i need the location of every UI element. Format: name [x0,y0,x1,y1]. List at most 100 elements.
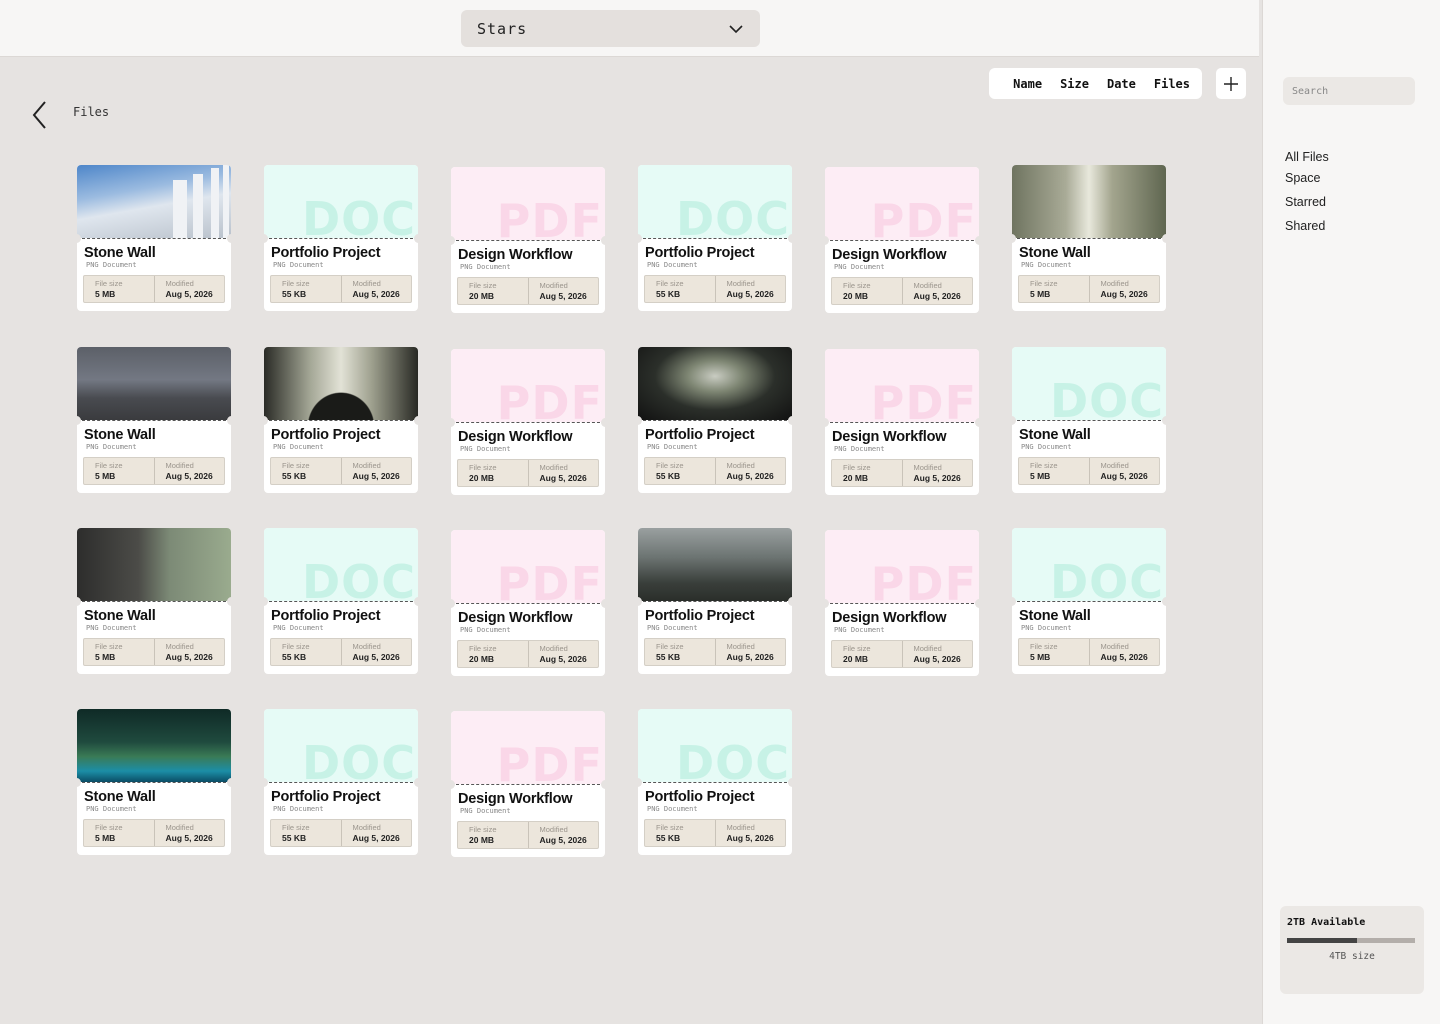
file-card[interactable]: Stone Wall PNG Document File size 5 MB Modif… [77,528,231,674]
file-kind-watermark: PDF [496,376,603,422]
sidebar-item-starred[interactable]: Starred [1285,195,1329,218]
search-input[interactable] [1283,77,1415,105]
file-modified-label: Modified [539,644,568,653]
file-card[interactable]: DOC Portfolio Project PNG Document File siz… [264,709,418,855]
file-type: PNG Document [834,263,885,271]
storage-total: 4TB size [1329,951,1375,962]
file-modified-cell: Modified Aug 5, 2026 [714,458,786,484]
file-card[interactable]: DOC Portfolio Project PNG Document File siz… [264,528,418,674]
file-grid: Stone Wall PNG Document File size 5 MB Modif… [0,0,1259,1024]
file-card[interactable]: DOC Portfolio Project PNG Document File siz… [638,709,792,855]
file-card[interactable]: DOC Stone Wall PNG Document File size 5 MB Mo… [1012,347,1166,493]
file-size-label: File size [843,463,871,472]
file-modified-cell: Modified Aug 5, 2026 [340,820,412,846]
file-card[interactable]: DOC Stone Wall PNG Document File size 5 MB Mo… [1012,528,1166,674]
file-card[interactable]: PDF Design Workflow PNG Document File size 2… [825,530,979,676]
file-card[interactable]: DOC Portfolio Project PNG Document File siz… [264,165,418,311]
file-type: PNG Document [86,443,137,451]
file-modified-cell: Modified Aug 5, 2026 [527,641,599,667]
file-meta: File size 55 KB Modified Aug 5, 2026 [644,819,786,847]
file-size-label: File size [95,823,123,832]
file-card[interactable]: Stone Wall PNG Document File size 5 MB Modif… [77,709,231,855]
file-kind-watermark: PDF [870,376,977,422]
file-thumbnail [638,347,792,420]
file-modified-cell: Modified Aug 5, 2026 [527,460,599,486]
file-modified-cell: Modified Aug 5, 2026 [153,276,225,302]
file-card[interactable]: Stone Wall PNG Document File size 5 MB Modif… [1012,165,1166,311]
file-name: Design Workflow [458,247,573,263]
file-card[interactable]: DOC Portfolio Project PNG Document File siz… [638,165,792,311]
sidebar-item-space[interactable]: Space [1285,171,1329,194]
file-size-label: File size [469,825,497,834]
file-meta: File size 20 MB Modified Aug 5, 2026 [831,277,973,305]
file-size-label: File size [469,281,497,290]
file-thumbnail: PDF [451,349,605,422]
file-meta: File size 5 MB Modified Aug 5, 2026 [83,819,225,847]
ticket-divider [451,599,605,608]
file-meta: File size 55 KB Modified Aug 5, 2026 [644,638,786,666]
file-size-value: 5 MB [1030,652,1051,662]
file-size-value: 20 MB [843,473,869,483]
file-size-cell: File size 55 KB [271,639,341,665]
file-kind-watermark: DOC [675,192,790,238]
file-size-label: File size [469,644,497,653]
ticket-divider [638,416,792,425]
file-modified-value: Aug 5, 2026 [165,652,213,662]
file-modified-label: Modified [1100,642,1129,651]
ticket-divider [451,418,605,427]
file-name: Design Workflow [832,610,947,626]
file-thumbnail: PDF [451,711,605,784]
file-card[interactable]: Stone Wall PNG Document File size 5 MB Modif… [77,165,231,311]
file-size-value: 20 MB [469,291,495,301]
file-type: PNG Document [460,263,511,271]
file-name: Portfolio Project [271,608,381,624]
file-modified-value: Aug 5, 2026 [539,291,587,301]
file-card[interactable]: Portfolio Project PNG Document File size 55… [638,347,792,493]
file-thumbnail: DOC [264,165,418,238]
sidebar-item-shared[interactable]: Shared [1285,219,1329,242]
file-name: Stone Wall [84,427,156,443]
file-size-value: 55 KB [282,289,307,299]
file-card[interactable]: PDF Design Workflow PNG Document File size 2… [451,711,605,857]
file-modified-value: Aug 5, 2026 [165,833,213,843]
file-thumbnail: PDF [451,167,605,240]
file-modified-label: Modified [913,463,942,472]
file-size-value: 55 KB [282,833,307,843]
file-card[interactable]: PDF Design Workflow PNG Document File size 2… [451,167,605,313]
file-meta: File size 20 MB Modified Aug 5, 2026 [457,821,599,849]
file-modified-value: Aug 5, 2026 [726,289,774,299]
file-kind-watermark: DOC [1049,374,1164,420]
file-card[interactable]: PDF Design Workflow PNG Document File size 2… [451,530,605,676]
file-size-cell: File size 55 KB [645,639,715,665]
file-meta: File size 20 MB Modified Aug 5, 2026 [457,459,599,487]
file-type: PNG Document [273,443,324,451]
file-card[interactable]: Stone Wall PNG Document File size 5 MB Modif… [77,347,231,493]
ticket-divider [264,597,418,606]
ticket-divider [825,599,979,608]
sidebar-item-all-files[interactable]: All Files [1285,150,1329,173]
file-type: PNG Document [1021,443,1072,451]
file-thumbnail: DOC [1012,528,1166,601]
file-card[interactable]: PDF Design Workflow PNG Document File size 2… [451,349,605,495]
ticket-divider [1012,416,1166,425]
file-card[interactable]: PDF Design Workflow PNG Document File size 2… [825,349,979,495]
file-card[interactable]: PDF Design Workflow PNG Document File size 2… [825,167,979,313]
file-name: Stone Wall [84,608,156,624]
file-size-label: File size [1030,279,1058,288]
file-type: PNG Document [647,805,698,813]
file-card[interactable]: Portfolio Project PNG Document File size 55… [264,347,418,493]
file-modified-value: Aug 5, 2026 [352,652,400,662]
file-modified-value: Aug 5, 2026 [726,833,774,843]
file-modified-cell: Modified Aug 5, 2026 [1088,639,1160,665]
file-type: PNG Document [834,445,885,453]
file-size-value: 55 KB [282,471,307,481]
file-size-label: File size [1030,461,1058,470]
file-type: PNG Document [834,626,885,634]
file-size-value: 20 MB [469,835,495,845]
file-kind-watermark: PDF [870,194,977,240]
file-type: PNG Document [647,624,698,632]
file-meta: File size 5 MB Modified Aug 5, 2026 [1018,457,1160,485]
file-thumbnail: DOC [264,709,418,782]
file-card[interactable]: Portfolio Project PNG Document File size 55… [638,528,792,674]
file-size-cell: File size 20 MB [832,460,902,486]
